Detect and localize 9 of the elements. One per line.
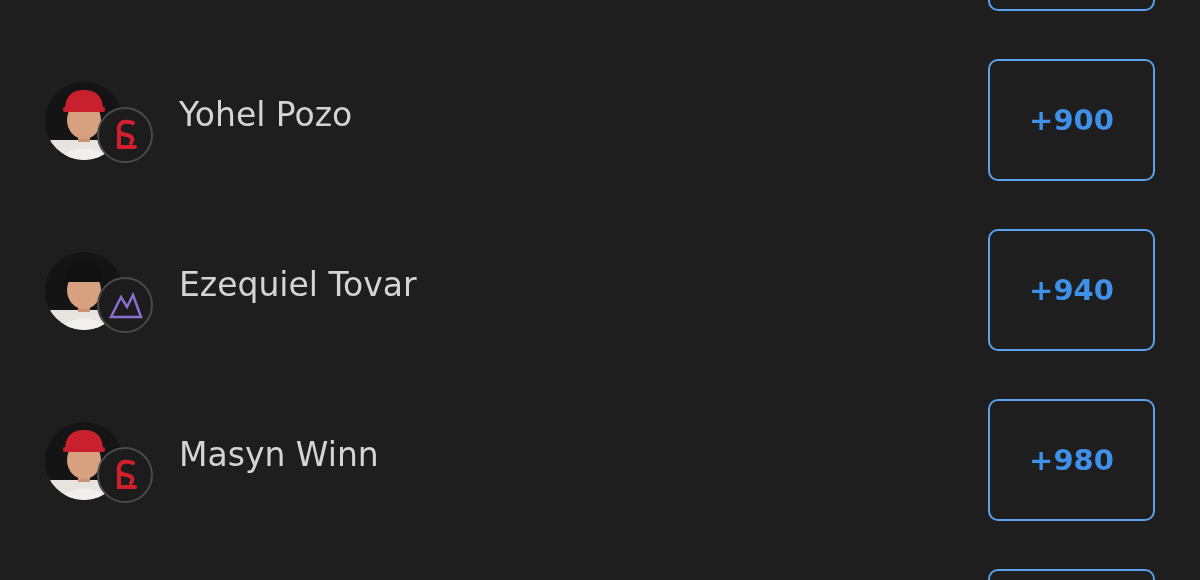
odds-button[interactable]: +980: [988, 399, 1155, 521]
player-name: Ezequiel Tovar: [179, 265, 418, 304]
player-name: Yohel Pozo: [179, 95, 354, 134]
player-name: Masyn Winn: [179, 435, 380, 474]
odds-button[interactable]: +900: [988, 59, 1155, 181]
mountain-logo-icon: [97, 277, 153, 333]
team-logo-icon: [97, 447, 153, 503]
team-logo-icon: [97, 107, 153, 163]
odds-button[interactable]: +940: [988, 229, 1155, 351]
